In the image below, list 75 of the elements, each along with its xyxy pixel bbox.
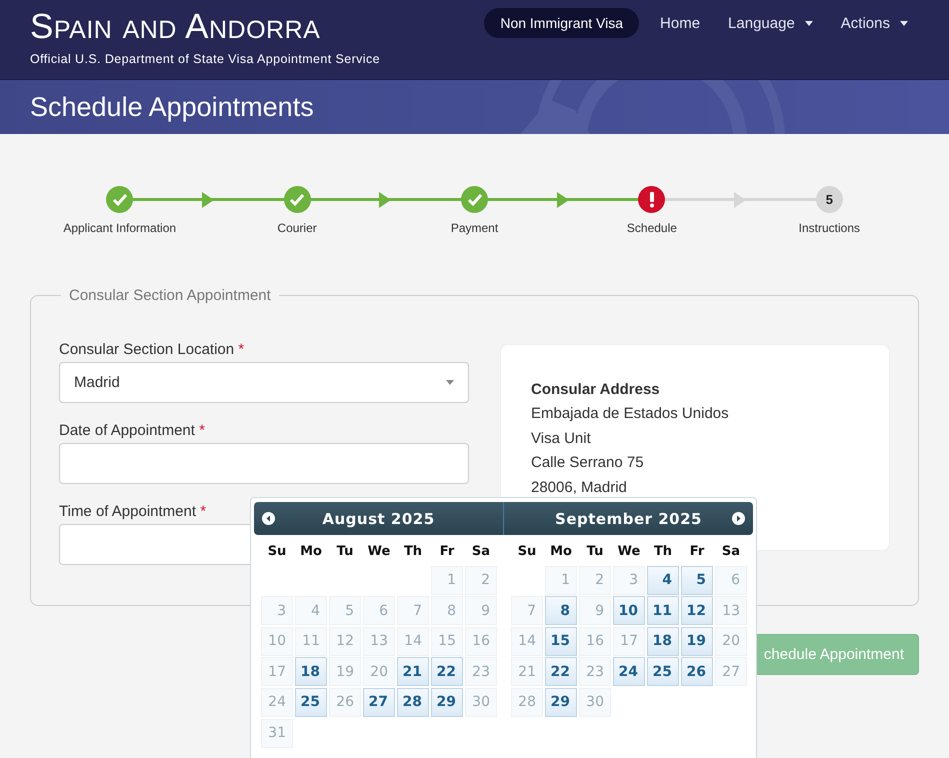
calendar-day: 27 [715,657,747,686]
calendar-day: 4 [295,596,327,626]
address-line: Visa Unit [531,428,592,448]
address-line: Calle Serrano 75 [531,453,645,473]
calendar-day: 5 [329,596,361,626]
address-heading: Consular Address [531,380,661,400]
calendar-day: 15 [431,626,463,656]
calendar-day: 14 [511,626,543,656]
weekday-label: We [616,542,642,560]
calendar-day: 12 [329,626,361,656]
calendar-day: 10 [261,626,293,656]
calendar-day: 13 [715,596,747,626]
field-label: Time of Appointment * [59,503,206,520]
site-subtitle: Official U.S. Department of State Visa Appointment Service [30,52,380,66]
weekday-label: Su [266,542,288,560]
calendar-day: 2 [465,566,497,595]
calendar-day: 17 [613,626,645,656]
step-label: Applicant Information [63,221,176,235]
weekday-label: Su [516,542,538,560]
calendar-day: 20 [715,626,747,656]
calendar-day: 11 [295,626,327,656]
site-title: Spain and Andorra [30,8,322,46]
calendar-day: 28 [511,688,543,717]
calendar-day: 24 [261,688,293,717]
weekday-label: Sa [470,542,492,560]
step-label: Instructions [798,221,860,235]
field-label: Date of Appointment * [59,422,205,439]
weekday-label: Tu [336,542,354,560]
calendar-day: 19 [329,657,361,686]
month-title: August 2025 [322,510,435,528]
calendar-day: 21 [511,657,543,686]
calendar-day: 14 [397,626,429,656]
weekday-label: Mo [299,542,323,560]
calendar-day: 2 [579,566,611,595]
calendar-day: 7 [511,596,543,626]
calendar-day: 1 [431,566,463,595]
page-title: Schedule Appointments [30,92,314,122]
calendar-day: 7 [397,596,429,626]
calendar-day: 6 [715,566,747,595]
calendar-day: 23 [579,657,611,686]
weekday-label: Sa [720,542,742,560]
calendar-day: 16 [465,626,497,656]
weekday-label: Mo [549,542,573,560]
calendar-day: 6 [363,596,395,626]
weekday-label: Tu [586,542,604,560]
calendar-day: 23 [465,657,497,686]
step-label: Courier [277,221,317,235]
select-value: Madrid [74,374,120,391]
step-number: 5 [816,186,843,213]
calendar-day: 17 [261,657,293,686]
calendar-day: 30 [579,688,611,717]
calendar-day: 9 [465,596,497,626]
weekday-label: Th [402,542,424,560]
calendar-day: 30 [465,688,497,717]
weekday-label: Fr [438,542,456,560]
address-line: 28006, Madrid [531,478,628,498]
weekday-label: Th [652,542,674,560]
step-label: Schedule [626,221,677,235]
panel-legend: Consular Section Appointment [61,287,279,304]
calendar-day: 8 [431,596,463,626]
weekday-label: Fr [688,542,706,560]
address-line: Embajada de Estados Unidos [531,404,730,424]
calendar-day: 9 [579,596,611,626]
month-title: September 2025 [555,510,702,528]
field-label: Consular Section Location * [59,341,244,358]
calendar-day: 31 [261,718,293,748]
calendar-day: 26 [329,688,361,717]
calendar-day: 16 [579,626,611,656]
calendar-day: 3 [613,566,645,595]
calendar-day: 13 [363,626,395,656]
calendar-day: 1 [545,566,577,595]
calendar-day: 3 [261,596,293,626]
calendar-day: 20 [363,657,395,686]
step-label: Payment [450,221,498,235]
weekday-label: We [366,542,392,560]
